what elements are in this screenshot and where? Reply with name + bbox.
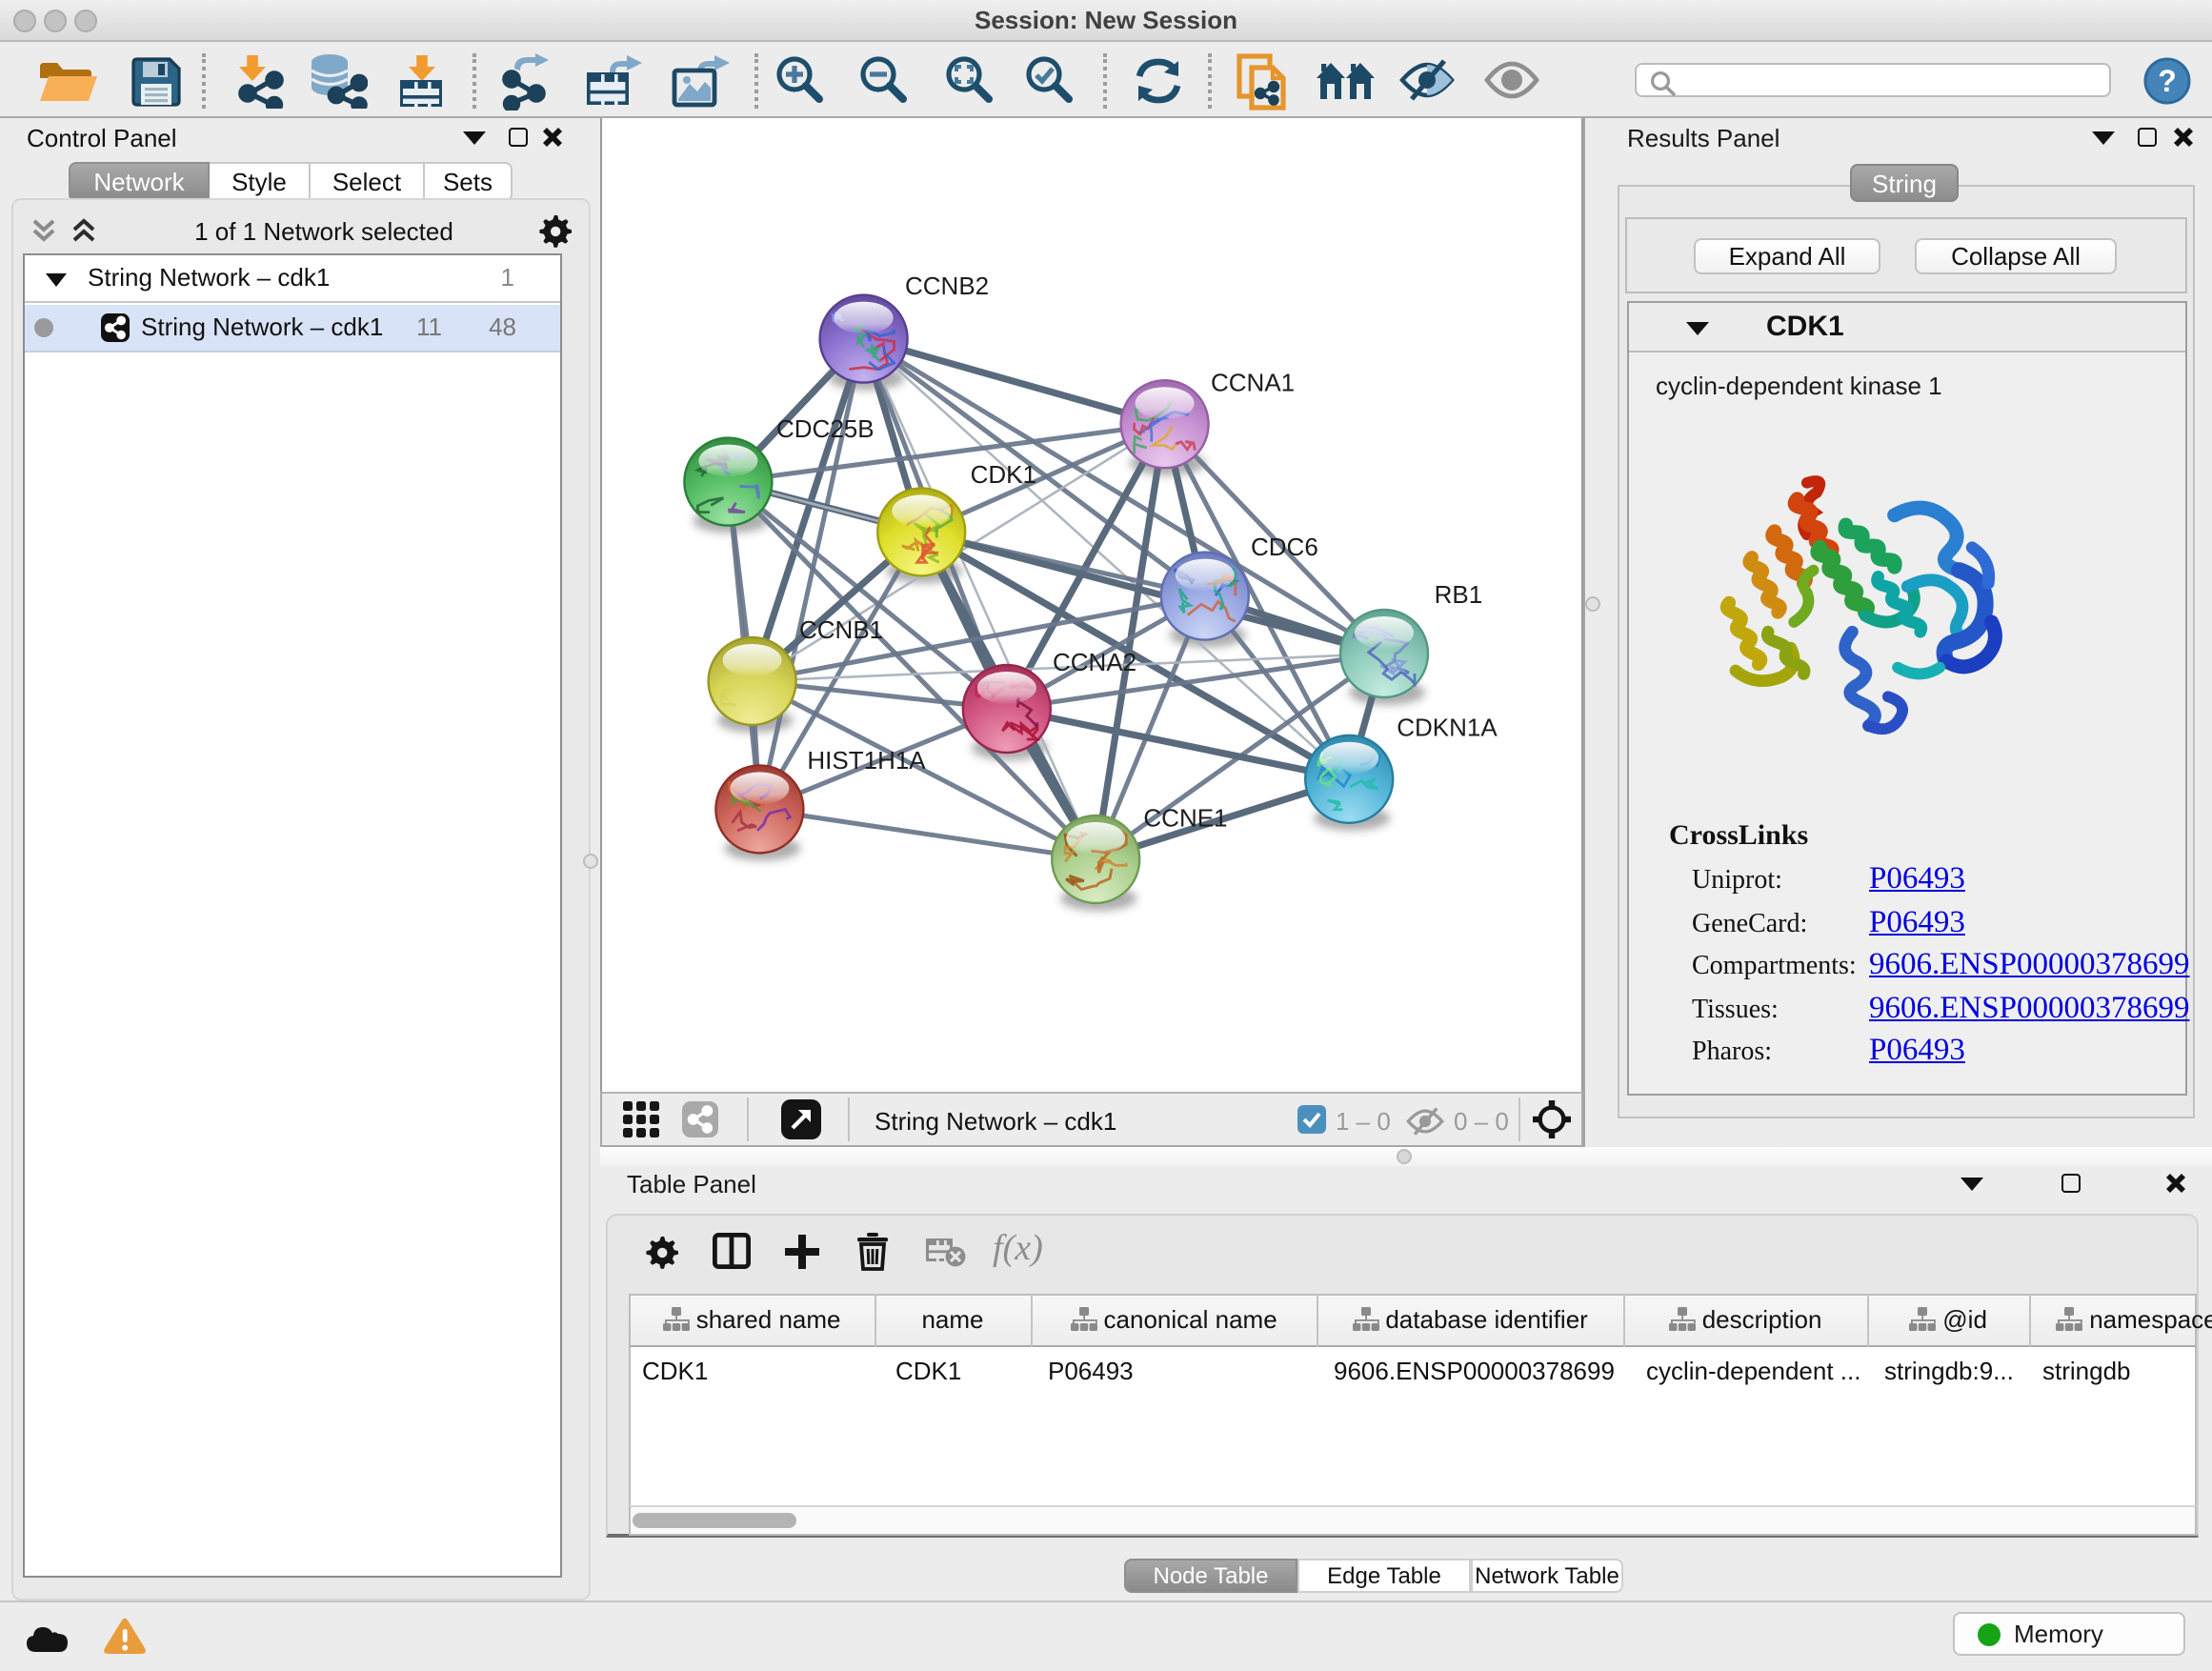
svg-text:?: ? [2158,64,2177,98]
svg-text:CDC25B: CDC25B [776,414,875,443]
svg-text:CCNA1: CCNA1 [1211,369,1295,397]
svg-text:CCNB2: CCNB2 [905,272,989,300]
svg-text:RB1: RB1 [1435,580,1483,609]
svg-text:HIST1H1A: HIST1H1A [807,746,926,775]
svg-text:CCNA2: CCNA2 [1053,648,1136,676]
svg-text:CDKN1A: CDKN1A [1397,714,1498,742]
svg-text:CCNB1: CCNB1 [799,615,883,644]
svg-text:CCNE1: CCNE1 [1143,803,1227,832]
svg-text:CDC6: CDC6 [1251,533,1318,561]
svg-text:CDK1: CDK1 [971,460,1036,489]
